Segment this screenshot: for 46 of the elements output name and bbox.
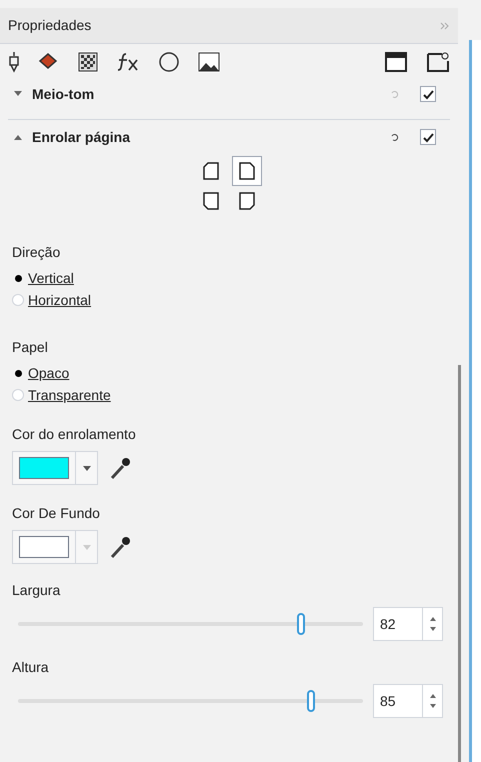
number-field[interactable]: 85 xyxy=(373,684,443,718)
slider-label: Largura xyxy=(12,581,62,600)
checker-icon[interactable] xyxy=(78,52,98,72)
group-label: Papel xyxy=(12,338,49,357)
radio-label: Horizontal xyxy=(28,290,92,310)
scrollbar-thumb[interactable] xyxy=(458,365,461,762)
image-icon[interactable] xyxy=(198,52,220,72)
color-dropdown[interactable] xyxy=(12,451,98,485)
checkbox[interactable] xyxy=(420,86,436,102)
pen-icon[interactable] xyxy=(8,51,20,73)
fill-bucket-icon[interactable] xyxy=(38,52,60,72)
page-icon xyxy=(239,162,255,180)
radio-label: Transparente xyxy=(28,386,111,405)
window-icon[interactable] xyxy=(384,51,408,73)
spin-up-icon[interactable] xyxy=(430,617,436,621)
radio-label: Vertical xyxy=(28,268,74,288)
number-field[interactable]: 82 xyxy=(373,607,443,641)
color-label: Cor do enrolamento xyxy=(12,425,137,444)
checkbox[interactable] xyxy=(420,129,436,145)
slider-label: Altura xyxy=(12,658,50,677)
expand-caret-icon[interactable] xyxy=(14,91,22,97)
color-label: Cor De Fundo xyxy=(12,504,101,523)
spin-up-icon[interactable] xyxy=(430,694,436,698)
group-label: Direção xyxy=(12,243,62,262)
spin-down-icon[interactable] xyxy=(430,704,436,708)
circle-icon[interactable] xyxy=(158,51,180,73)
page-icon xyxy=(203,192,219,210)
color-dropdown[interactable] xyxy=(12,530,98,564)
reset-icon[interactable] xyxy=(390,132,400,142)
radio-button[interactable] xyxy=(12,389,24,401)
section-title: Meio-tom xyxy=(32,84,96,104)
slider-thumb[interactable] xyxy=(296,613,305,635)
page-settings-icon[interactable] xyxy=(426,51,450,73)
radio-label: Opaco xyxy=(28,364,70,383)
eyedropper-icon[interactable] xyxy=(110,456,132,480)
radio-button[interactable] xyxy=(12,294,24,306)
eyedropper-icon[interactable] xyxy=(110,535,132,559)
panel-title: Propriedades xyxy=(8,16,92,35)
page-icon xyxy=(203,162,219,180)
section-title: Enrolar página xyxy=(32,128,132,147)
page-icon xyxy=(239,192,255,210)
page-curl-button[interactable] xyxy=(232,156,262,186)
spin-down-icon[interactable] xyxy=(430,627,436,631)
slider-thumb[interactable] xyxy=(307,690,316,712)
collapse-caret-icon[interactable] xyxy=(14,134,22,140)
fx-icon[interactable] xyxy=(116,52,140,72)
